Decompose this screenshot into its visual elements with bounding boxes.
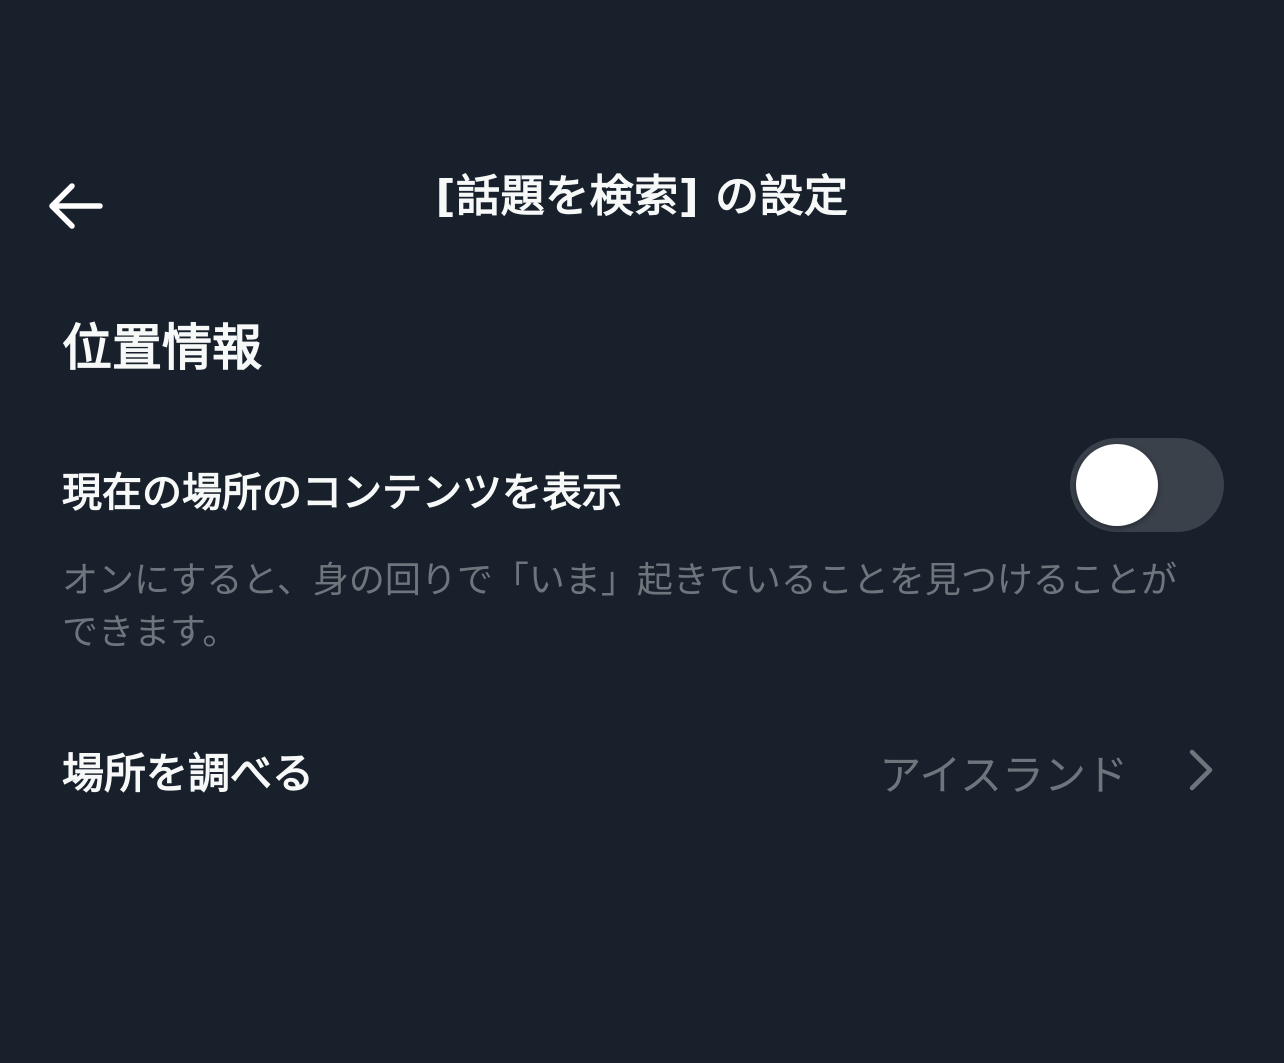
toggle-knob xyxy=(1076,444,1158,526)
toggle-label: 現在の場所のコンテンツを表示 xyxy=(62,470,622,516)
toggle-description: オンにすると、身の回りで「いま」起きていることを見つけることができます。 xyxy=(62,560,1177,653)
selected-location-value: アイスランド xyxy=(879,751,1128,800)
chevron-right-icon xyxy=(1189,749,1213,791)
page-title: [話題を検索] の設定 xyxy=(435,171,849,222)
header-bar: [話題を検索] の設定 xyxy=(0,140,1284,260)
explore-location-row[interactable]: 場所を調べる アイスランド xyxy=(0,720,1284,820)
location-toggle-switch[interactable] xyxy=(1070,438,1224,532)
section-title: 位置情報 xyxy=(62,319,262,377)
location-toggle-row: 現在の場所のコンテンツを表示 xyxy=(0,430,1284,540)
explore-location-label: 場所を調べる xyxy=(62,749,315,798)
